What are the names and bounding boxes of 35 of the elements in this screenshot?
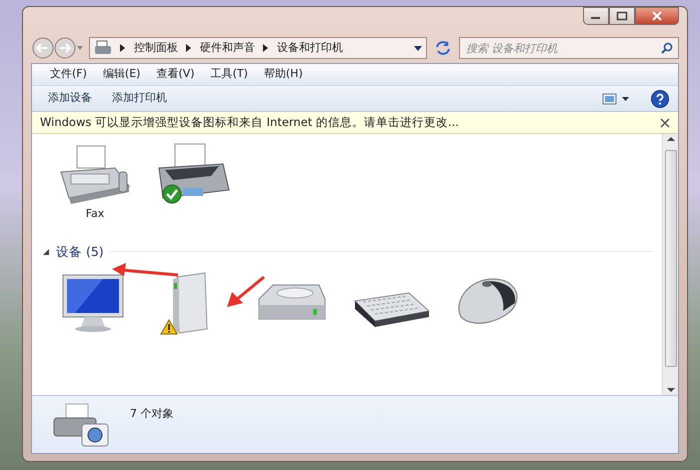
minimize-button[interactable]	[583, 7, 609, 25]
close-icon[interactable]	[660, 118, 670, 128]
breadcrumb-item[interactable]: 硬件和声音	[200, 40, 255, 56]
maximize-button[interactable]	[609, 7, 635, 25]
status-text: 7 个对象	[130, 406, 174, 422]
back-forward-icon[interactable]	[31, 36, 83, 60]
refresh-icon[interactable]	[433, 38, 453, 58]
breadcrumb-item[interactable]: 控制面板	[134, 40, 178, 56]
chevron-icon	[186, 44, 192, 52]
search-icon[interactable]	[661, 42, 673, 54]
close-button[interactable]	[635, 7, 679, 25]
scroll-up-icon[interactable]	[666, 136, 674, 142]
help-icon[interactable]	[650, 88, 670, 108]
toolbar-button[interactable]: 添加打印机	[104, 88, 175, 109]
scrollbar-thumb[interactable]	[664, 150, 676, 367]
dropdown-icon	[414, 46, 422, 50]
menu-item[interactable]: 工具(T)	[204, 65, 254, 84]
menu-item[interactable]: 文件(F)	[44, 65, 93, 84]
device-label[interactable]: Fax	[86, 206, 104, 222]
address-bar[interactable]: 控制面板 硬件和声音 设备和打印机	[89, 37, 427, 59]
annotation-arrow	[224, 274, 268, 310]
close-icon	[651, 11, 663, 21]
chevron-icon	[263, 44, 269, 52]
printer-icon	[94, 40, 112, 56]
scroll-down-icon[interactable]	[666, 387, 674, 393]
menu-item[interactable]: 查看(V)	[150, 65, 201, 84]
chevron-icon	[120, 44, 126, 52]
search-field[interactable]: 搜索 设备和打印机	[459, 37, 679, 59]
menu-item[interactable]: 帮助(H)	[258, 65, 309, 84]
menu-item[interactable]: 编辑(E)	[96, 65, 146, 84]
group-header[interactable]: 设备 (5)	[56, 242, 104, 262]
view-options-icon[interactable]	[602, 92, 630, 106]
breadcrumb-item[interactable]: 设备和打印机	[277, 40, 343, 56]
maximize-icon	[616, 11, 628, 21]
toolbar-button[interactable]: 添加设备	[40, 88, 100, 109]
